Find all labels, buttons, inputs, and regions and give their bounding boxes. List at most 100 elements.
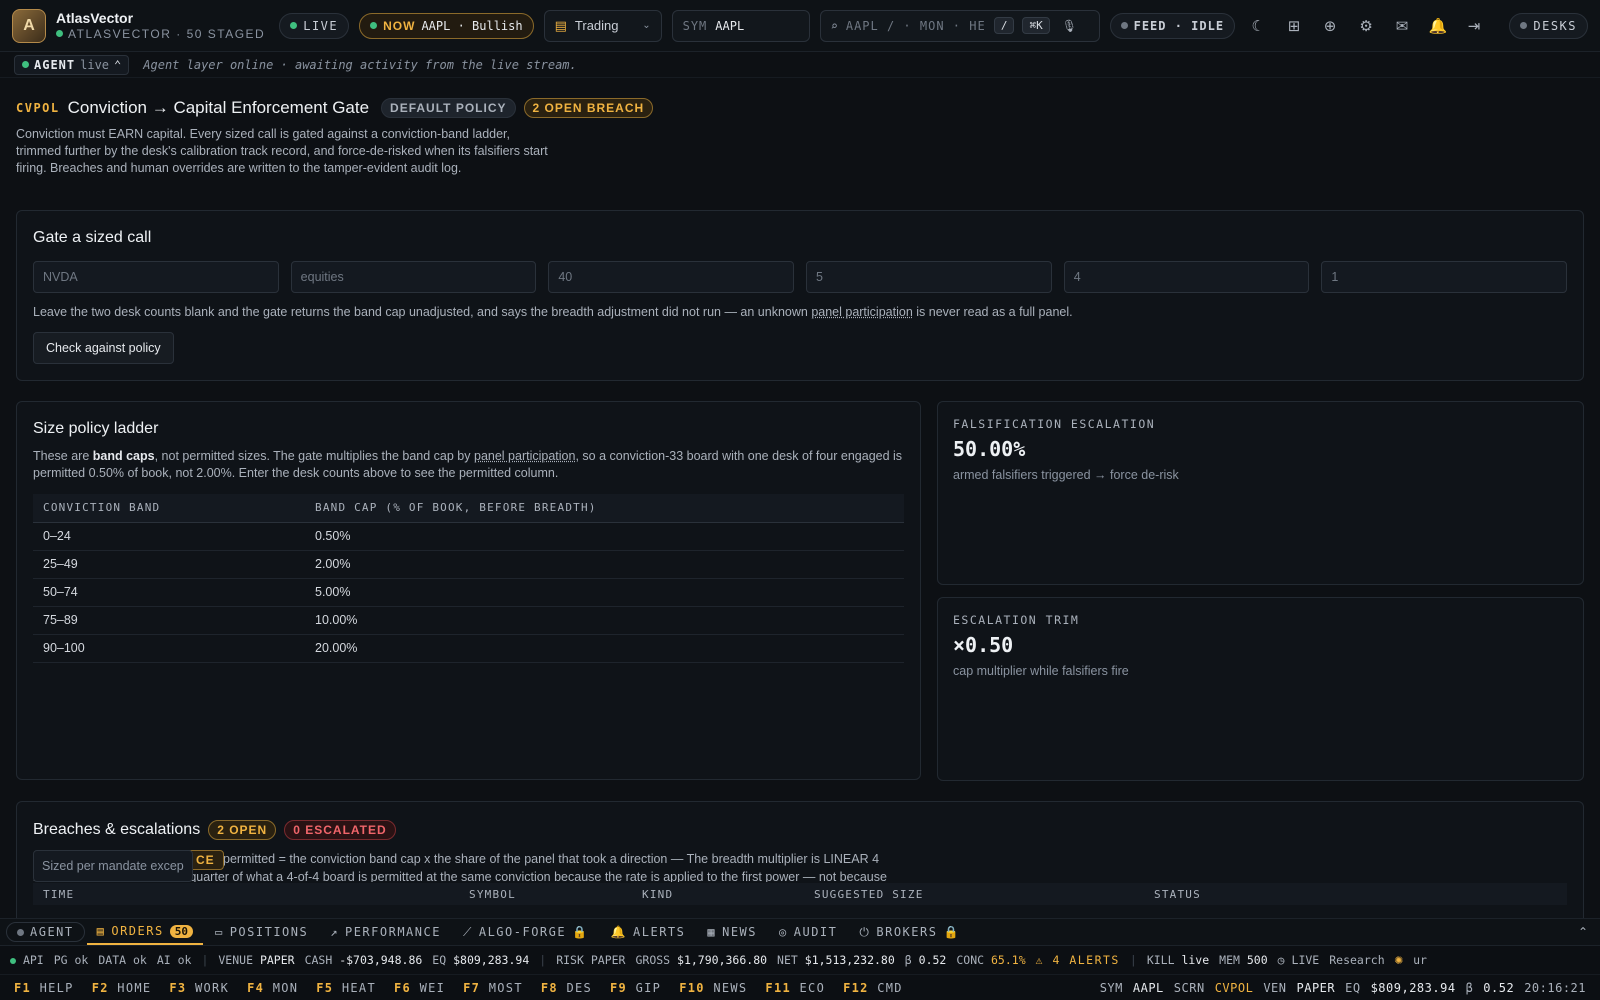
fkey-f8[interactable]: F8 DES	[541, 981, 592, 995]
desks-button[interactable]: DESKS	[1509, 12, 1588, 39]
table-row: 0–24 0.50%	[33, 522, 904, 551]
ctx-beta-key: β	[1465, 981, 1474, 995]
trim-card: ESCALATION TRIM ×0.50 cap multiplier whi…	[937, 597, 1584, 781]
net-key: NET	[777, 953, 798, 967]
moon-icon[interactable]: ☾	[1245, 13, 1271, 39]
fkey-key: F10	[679, 980, 705, 995]
workspace-select[interactable]: ▤ Trading ⌄	[543, 9, 662, 42]
agent-strip: AGENT live ⌃ Agent layer online · awaiting…	[0, 52, 1600, 78]
concentration-readout: CONC 65.1%	[956, 953, 1025, 967]
band-cell: 75–89	[33, 606, 305, 635]
symbol-field[interactable]: SYM AAPL	[671, 9, 810, 42]
gear-icon[interactable]: ⚙	[1353, 13, 1379, 39]
fkey-label: NEWS	[713, 980, 748, 995]
tab-label: NEWS	[722, 925, 758, 939]
tab-orders[interactable]: ▤ ORDERS 50	[86, 919, 203, 945]
gate-title: Gate a sized call	[33, 229, 152, 246]
tab-alerts[interactable]: 🔔 ALERTS	[601, 919, 696, 945]
tab-agent[interactable]: AGENT	[6, 922, 85, 942]
tab-performance[interactable]: ↗ PERFORMANCE	[320, 919, 451, 945]
beta-readout: β 0.52	[905, 953, 947, 967]
microphone-icon[interactable]: 🎙	[1062, 19, 1077, 33]
open-badge[interactable]: 2 OPEN	[208, 820, 277, 840]
symbol-value: AAPL	[715, 18, 745, 33]
top-bar: A AtlasVector ATLASVECTOR · 50 STAGED LI…	[0, 0, 1600, 52]
fkey-f12[interactable]: F12 CMD	[843, 981, 903, 995]
asset-class-input[interactable]: equities	[290, 261, 537, 293]
live-indicator[interactable]: LIVE	[279, 12, 350, 39]
desk-count-total-input[interactable]: 4	[1063, 261, 1310, 293]
search-input[interactable]: ⌕ AAPL / · MON · HE / ⌘K 🎙	[819, 9, 1100, 42]
symbol-input[interactable]: NVDA	[33, 261, 279, 293]
grid-icon[interactable]: ⊞	[1281, 13, 1307, 39]
ladder-header-row: CONVICTION BAND BAND CAP (% OF BOOK, BEF…	[33, 494, 904, 523]
fkey-f7[interactable]: F7 MOST	[463, 981, 523, 995]
gate-hint: Leave the two desk counts blank and the …	[33, 305, 1567, 319]
fkey-key: F9	[610, 980, 628, 995]
feed-status[interactable]: FEED · IDLE	[1109, 12, 1236, 39]
ladder-desc-2: , not permitted sizes. The gate multipli…	[154, 449, 474, 463]
gate-card: Gate a sized call NVDA equities 40 5 4 1…	[16, 210, 1584, 381]
ladder-panel-participation-link[interactable]: panel participation	[474, 449, 575, 463]
fkey-f11[interactable]: F11 ECO	[765, 981, 825, 995]
fkey-label: GIP	[635, 980, 662, 995]
tab-news[interactable]: ▦ NEWS	[697, 919, 767, 945]
escalated-badge[interactable]: 0 ESCALATED	[284, 820, 396, 840]
tab-positions[interactable]: ▭ POSITIONS	[205, 919, 318, 945]
cmdk-shortcut: ⌘K	[1022, 17, 1050, 34]
fkey-f6[interactable]: F6 WEI	[394, 981, 445, 995]
orders-icon: ▤	[96, 924, 106, 938]
ai-status: AI ok	[156, 953, 192, 967]
ladder-card: Size policy ladder These are band caps, …	[16, 401, 921, 780]
table-row: 90–100 20.00%	[33, 634, 904, 663]
data-status: DATA ok	[98, 953, 147, 967]
desk-count-engaged-input[interactable]: 1	[1321, 261, 1568, 293]
fkey-label: DES	[566, 980, 593, 995]
fkey-f2[interactable]: F2 HOME	[92, 981, 152, 995]
collapse-panel-icon[interactable]: ⌃	[1578, 925, 1594, 939]
globe-icon[interactable]: ⊕	[1317, 13, 1343, 39]
tab-brokers[interactable]: ⏻ BROKERS 🔒	[849, 919, 970, 945]
fkey-key: F2	[91, 980, 109, 995]
clock-icon: ◷	[1277, 953, 1285, 967]
conc-key: CONC	[956, 953, 985, 967]
agent-toggle[interactable]: AGENT live ⌃	[14, 54, 130, 75]
live-label: LIVE	[303, 18, 339, 33]
check-policy-button[interactable]: Check against policy	[33, 332, 174, 364]
venue-readout: VENUE PAPER	[218, 953, 294, 967]
app-logo[interactable]: A	[12, 8, 46, 43]
fkey-f5[interactable]: F5 HEAT	[316, 981, 376, 995]
override-reason-input[interactable]: Sized per mandate excep	[33, 850, 193, 882]
inbox-icon[interactable]: ✉	[1389, 13, 1415, 39]
research-mode[interactable]: Research	[1329, 953, 1384, 967]
fkey-f10[interactable]: F10 NEWS	[679, 981, 747, 995]
chevron-up-icon: ⌃	[114, 57, 122, 72]
live-value: LIVE	[1291, 953, 1320, 967]
status-bar: API PG ok DATA ok AI ok | VENUE PAPER CA…	[0, 946, 1600, 974]
logout-icon[interactable]: ⇥	[1461, 13, 1487, 39]
size-input[interactable]: 5	[806, 261, 1052, 293]
panel-participation-link[interactable]: panel participation	[811, 305, 912, 319]
ladder-table: CONVICTION BAND BAND CAP (% OF BOOK, BEF…	[33, 494, 904, 663]
fkey-f1[interactable]: F1 HELP	[14, 981, 74, 995]
breach-badge[interactable]: 2 OPEN BREACH	[523, 98, 654, 118]
bell-icon[interactable]: 🔔	[1425, 13, 1451, 39]
function-key-bar: F1 HELP F2 HOME F3 WORK F4 MON F5 HEAT F…	[0, 974, 1600, 1000]
ctx-scrn-key: SCRN	[1173, 981, 1205, 995]
tab-audit[interactable]: ◎ AUDIT	[769, 919, 847, 945]
alerts-count[interactable]: ⚠ 4 ALERTS	[1036, 953, 1120, 967]
tab-algo-forge[interactable]: ⟋ ALGO-FORGE 🔒	[453, 919, 599, 945]
now-pill[interactable]: NOW AAPL · Bullish	[359, 12, 534, 39]
assistant-icon[interactable]: ✺	[1395, 952, 1403, 968]
band-cell: 90–100	[33, 634, 305, 663]
context-readout: SYM AAPL SCRN CVPOL VEN PAPER EQ $809,283.94…	[1100, 975, 1586, 1000]
fkey-f3[interactable]: F3 WORK	[169, 981, 229, 995]
tab-label: ALERTS	[633, 925, 686, 939]
fkey-f9[interactable]: F9 GIP	[610, 981, 661, 995]
live-readout: ◷ LIVE	[1278, 953, 1320, 967]
trend-icon: ↗	[330, 925, 339, 939]
agent-message: Agent layer online · awaiting activity f…	[143, 57, 577, 72]
fkey-f4[interactable]: F4 MON	[247, 981, 298, 995]
breach-explainer: permitted = the conviction band cap x th…	[33, 850, 1567, 882]
conviction-input[interactable]: 40	[548, 261, 795, 293]
